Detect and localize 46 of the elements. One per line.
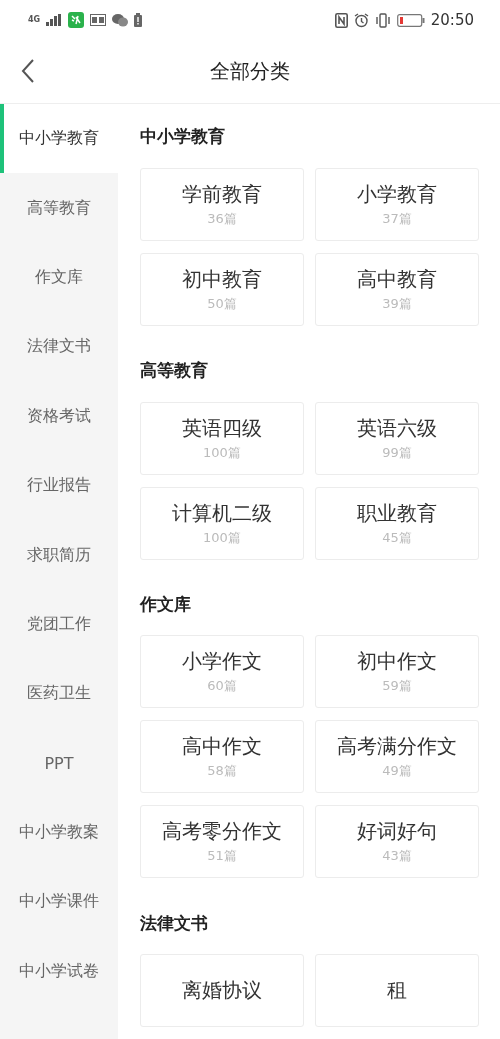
sidebar-item[interactable]: 党团工作 [0,589,118,660]
clock-time: 20:50 [430,11,474,29]
category-card[interactable]: 计算机二级 100篇 [140,486,304,560]
category-card[interactable]: 职业教育 45篇 [315,486,479,560]
category-card[interactable]: 小学作文 60篇 [140,635,304,709]
category-card[interactable]: 高中作文 58篇 [140,720,304,794]
section-title: 高等教育 [140,359,209,383]
category-card[interactable]: 好词好句 43篇 [315,805,479,879]
network-label: 4G [28,16,41,24]
chat-icon [112,13,129,27]
category-card[interactable]: 英语四级 100篇 [140,401,304,475]
sidebar-item[interactable]: 中小学试卷 [0,936,118,1007]
section-title: 中小学教育 [140,125,226,149]
category-card[interactable]: 初中教育 50篇 [140,252,304,326]
back-icon [21,58,35,84]
sidebar-item[interactable]: 医药卫生 [0,659,118,729]
category-card[interactable]: 小学教育 37篇 [315,167,479,241]
sidebar-item[interactable]: 资格考试 [0,381,118,451]
sidebar-item[interactable]: 中小学课件 [0,867,118,937]
section-title: 法律文书 [140,911,209,935]
alarm-icon [353,12,369,28]
calendar-icon [90,14,107,26]
sidebar-item[interactable]: 行业报告 [0,450,118,521]
sidebar-item[interactable]: 中小学教育 [0,104,118,174]
signal-icon [46,14,63,26]
sidebar-item[interactable]: 法律文书 [0,312,118,382]
category-card[interactable]: 离婚协议 [140,954,304,1027]
category-card[interactable]: 高中教育 39篇 [315,252,479,326]
nfc-icon [334,12,348,28]
sidebar-item[interactable]: PPT [0,728,118,798]
category-card[interactable]: 高考满分作文 49篇 [315,720,479,794]
category-card[interactable]: 英语六级 99篇 [315,401,479,475]
sidebar-item[interactable]: 高等教育 [0,173,118,243]
category-card[interactable]: 初中作文 59篇 [315,635,479,709]
section-title: 作文库 [140,592,192,616]
sidebar-item[interactable]: 求职简历 [0,520,118,590]
category-card[interactable]: 高考零分作文 51篇 [140,805,304,879]
sidebar-item[interactable]: 中小学教案 [0,797,118,868]
app-icon [68,12,85,28]
battery-icon [396,13,425,27]
sidebar-item[interactable]: 作文库 [0,242,118,313]
vibrate-icon [374,12,391,28]
category-card[interactable]: 学前教育 36篇 [140,167,304,241]
page-title: 全部分类 [210,58,290,85]
battery-alert-icon [134,13,143,27]
category-card[interactable]: 租 [315,954,479,1027]
